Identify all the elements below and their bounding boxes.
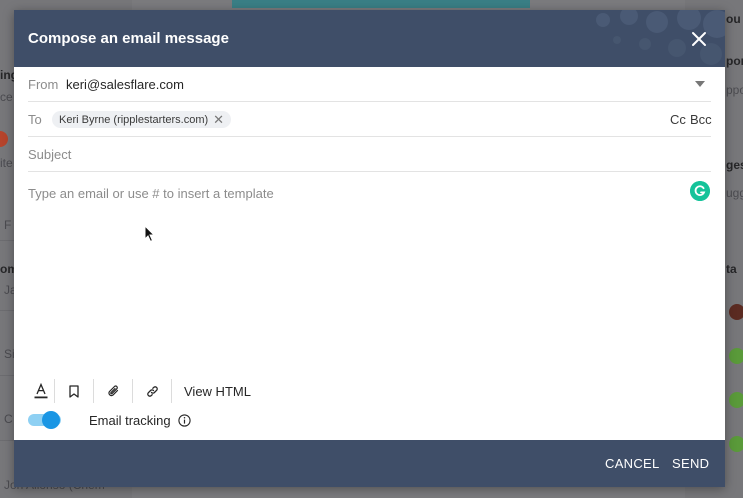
modal-header: Compose an email message [14,10,725,67]
email-tracking-row: Email tracking [28,410,191,430]
attachment-button[interactable] [94,379,132,403]
paperclip-icon [107,384,118,396]
recipient-chip[interactable]: Keri Byrne (ripplestarters.com) ✕ [52,111,232,128]
background-top-strip [232,0,530,8]
grammarly-icon[interactable] [690,181,710,201]
cc-button[interactable]: Cc [670,112,686,127]
compose-email-modal: Compose an email message From keri@sales… [14,10,725,487]
close-icon[interactable] [689,29,709,49]
to-label: To [28,112,42,127]
from-value[interactable]: keri@salesflare.com [66,77,184,92]
bg-left-text: ce [0,90,13,104]
text-color-button[interactable] [28,379,54,403]
send-button[interactable]: SEND [672,456,709,471]
bg-right-text: ges [726,158,743,172]
bg-avatar-dot [729,304,743,320]
chevron-down-icon[interactable] [695,81,705,87]
info-icon[interactable] [177,413,191,427]
bg-right-text: ppo [726,83,743,97]
to-row[interactable]: To Keri Byrne (ripplestarters.com) ✕ Cc … [28,102,712,137]
bg-left-text: F [4,218,12,232]
subject-input[interactable] [28,137,711,171]
insert-link-button[interactable] [133,379,171,403]
toggle-knob [42,411,60,429]
bg-avatar-dot [729,348,743,364]
bg-left-text: C [4,412,13,426]
bg-avatar-dot [729,436,743,452]
remove-recipient-icon[interactable]: ✕ [213,113,224,126]
bg-right-text: por [726,54,743,68]
bg-right-text: ta [726,262,737,276]
bg-left-text: ite [0,156,13,170]
from-row[interactable]: From keri@salesflare.com [28,67,711,102]
recipient-chip-label: Keri Byrne (ripplestarters.com) [59,113,209,126]
bookmark-icon [69,384,79,398]
from-label: From [28,77,59,92]
subject-row [28,137,711,172]
link-icon [146,385,158,397]
bg-avatar-dot [729,392,743,408]
modal-footer: CANCEL SEND [14,440,725,487]
bookmark-button[interactable] [55,379,93,403]
cancel-button[interactable]: CANCEL [605,456,660,471]
editor-toolbar: View HTML [28,379,251,403]
mouse-cursor-icon [144,225,156,243]
view-html-button[interactable]: View HTML [172,379,251,403]
bg-right-text: ou [726,12,741,26]
email-body-editor[interactable] [28,186,711,366]
email-tracking-toggle[interactable] [28,411,61,429]
text-color-icon [34,383,48,399]
bg-right-text: ugg [726,186,743,200]
email-tracking-label: Email tracking [89,412,171,428]
bcc-button[interactable]: Bcc [690,112,712,127]
modal-title: Compose an email message [28,30,229,47]
